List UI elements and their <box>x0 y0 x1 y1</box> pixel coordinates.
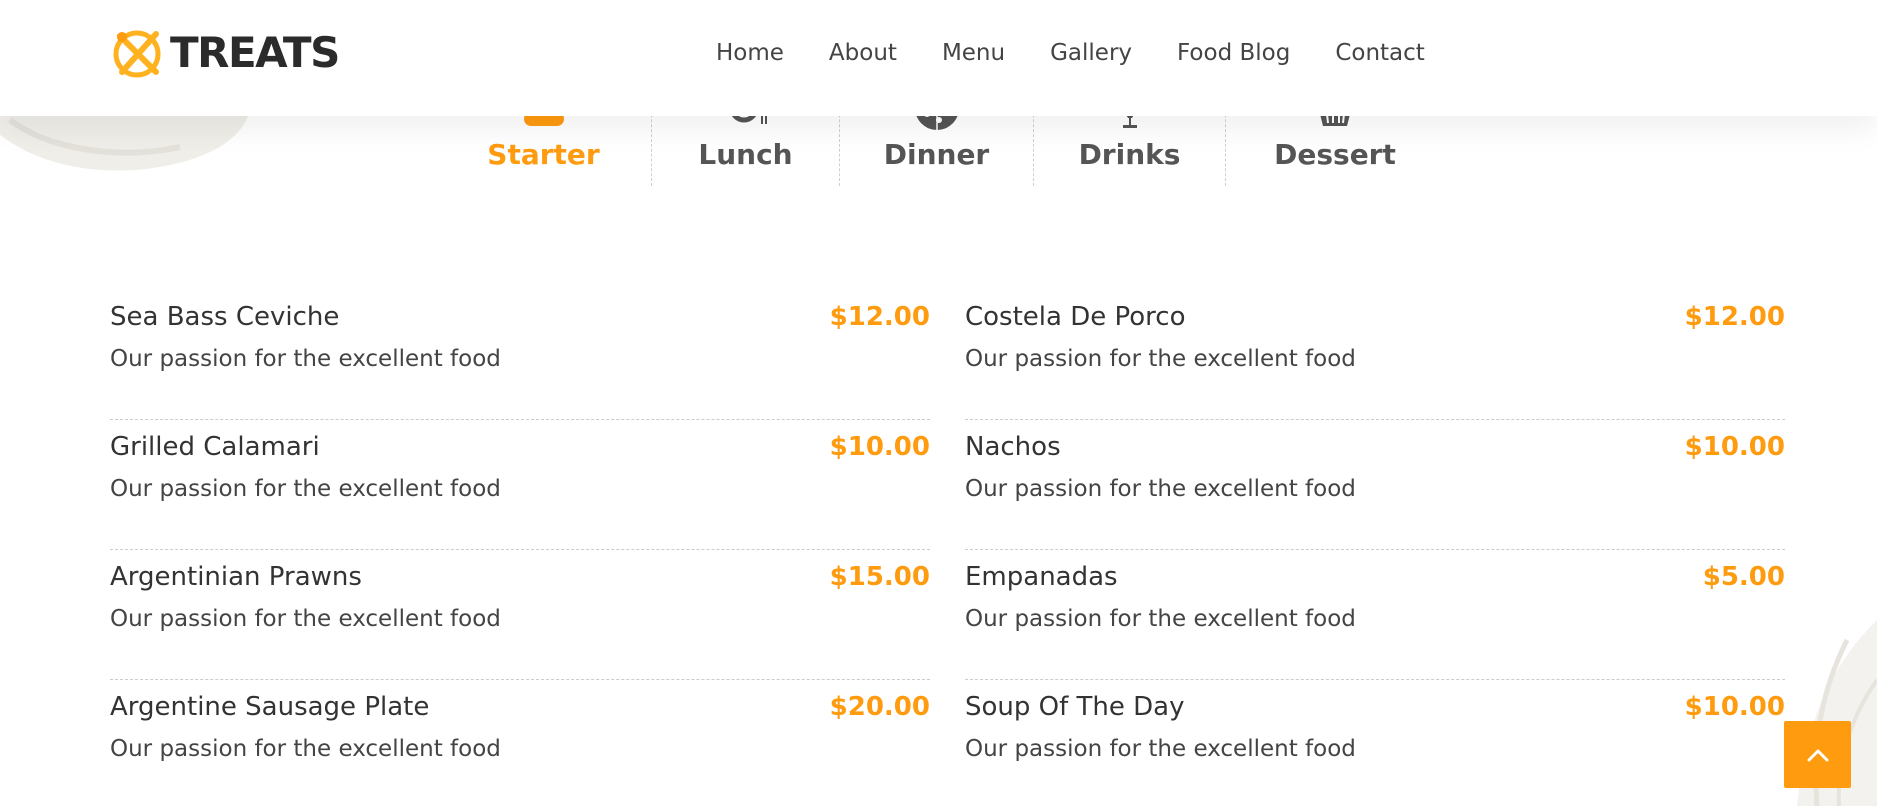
nav-item-food-blog[interactable]: Food Blog <box>1177 40 1290 66</box>
back-to-top-button[interactable] <box>1784 721 1851 788</box>
item-description: Our passion for the excellent food <box>110 736 501 762</box>
item-price: $12.00 <box>1684 302 1785 332</box>
item-description: Our passion for the excellent food <box>965 346 1356 372</box>
menu-item[interactable]: Nachos $10.00 Our passion for the excell… <box>965 420 1785 550</box>
item-description: Our passion for the excellent food <box>965 736 1356 762</box>
item-name: Grilled Calamari <box>110 432 320 462</box>
item-price: $15.00 <box>829 562 930 592</box>
tab-label: Starter <box>487 138 600 171</box>
page: TREATS Home About Menu Gallery Food Blog… <box>0 0 1877 806</box>
nav-item-contact[interactable]: Contact <box>1335 40 1424 66</box>
site-header: TREATS Home About Menu Gallery Food Blog… <box>0 0 1877 116</box>
menu-column-right: Costela De Porco $12.00 Our passion for … <box>965 290 1785 806</box>
nav-item-home[interactable]: Home <box>716 40 784 66</box>
item-price: $10.00 <box>829 432 930 462</box>
menu-item[interactable]: Argentine Sausage Plate $20.00 Our passi… <box>110 680 930 806</box>
item-description: Our passion for the excellent food <box>965 606 1356 632</box>
item-name: Sea Bass Ceviche <box>110 302 340 332</box>
item-price: $20.00 <box>829 692 930 722</box>
tab-label: Drinks <box>1078 138 1181 171</box>
tab-label: Dessert <box>1274 138 1396 171</box>
item-description: Our passion for the excellent food <box>110 606 501 632</box>
menu-item[interactable]: Sea Bass Ceviche $12.00 Our passion for … <box>110 290 930 420</box>
brand-logo[interactable]: TREATS <box>110 26 340 80</box>
item-name: Soup Of The Day <box>965 692 1185 722</box>
nav-item-about[interactable]: About <box>829 40 897 66</box>
menu-column-left: Sea Bass Ceviche $12.00 Our passion for … <box>110 290 930 806</box>
item-name: Argentine Sausage Plate <box>110 692 430 722</box>
menu-item[interactable]: Empanadas $5.00 Our passion for the exce… <box>965 550 1785 680</box>
item-price: $12.00 <box>829 302 930 332</box>
menu-item[interactable]: Grilled Calamari $10.00 Our passion for … <box>110 420 930 550</box>
item-name: Empanadas <box>965 562 1118 592</box>
main-nav: Home About Menu Gallery Food Blog Contac… <box>716 34 1425 72</box>
item-price: $10.00 <box>1684 432 1785 462</box>
menu-item[interactable]: Soup Of The Day $10.00 Our passion for t… <box>965 680 1785 806</box>
brand-name: TREATS <box>170 28 340 77</box>
item-description: Our passion for the excellent food <box>110 476 501 502</box>
nav-item-gallery[interactable]: Gallery <box>1050 40 1132 66</box>
logo-icon <box>113 30 161 78</box>
item-description: Our passion for the excellent food <box>110 346 501 372</box>
menu-item[interactable]: Costela De Porco $12.00 Our passion for … <box>965 290 1785 420</box>
item-price: $5.00 <box>1702 562 1785 592</box>
tab-label: Dinner <box>883 138 990 171</box>
item-name: Argentinian Prawns <box>110 562 362 592</box>
tab-label: Lunch <box>698 138 793 171</box>
item-price: $10.00 <box>1684 692 1785 722</box>
nav-item-menu[interactable]: Menu <box>942 40 1005 66</box>
item-description: Our passion for the excellent food <box>965 476 1356 502</box>
chevron-up-icon <box>1807 749 1828 761</box>
menu-item[interactable]: Argentinian Prawns $15.00 Our passion fo… <box>110 550 930 680</box>
item-name: Costela De Porco <box>965 302 1186 332</box>
item-name: Nachos <box>965 432 1061 462</box>
